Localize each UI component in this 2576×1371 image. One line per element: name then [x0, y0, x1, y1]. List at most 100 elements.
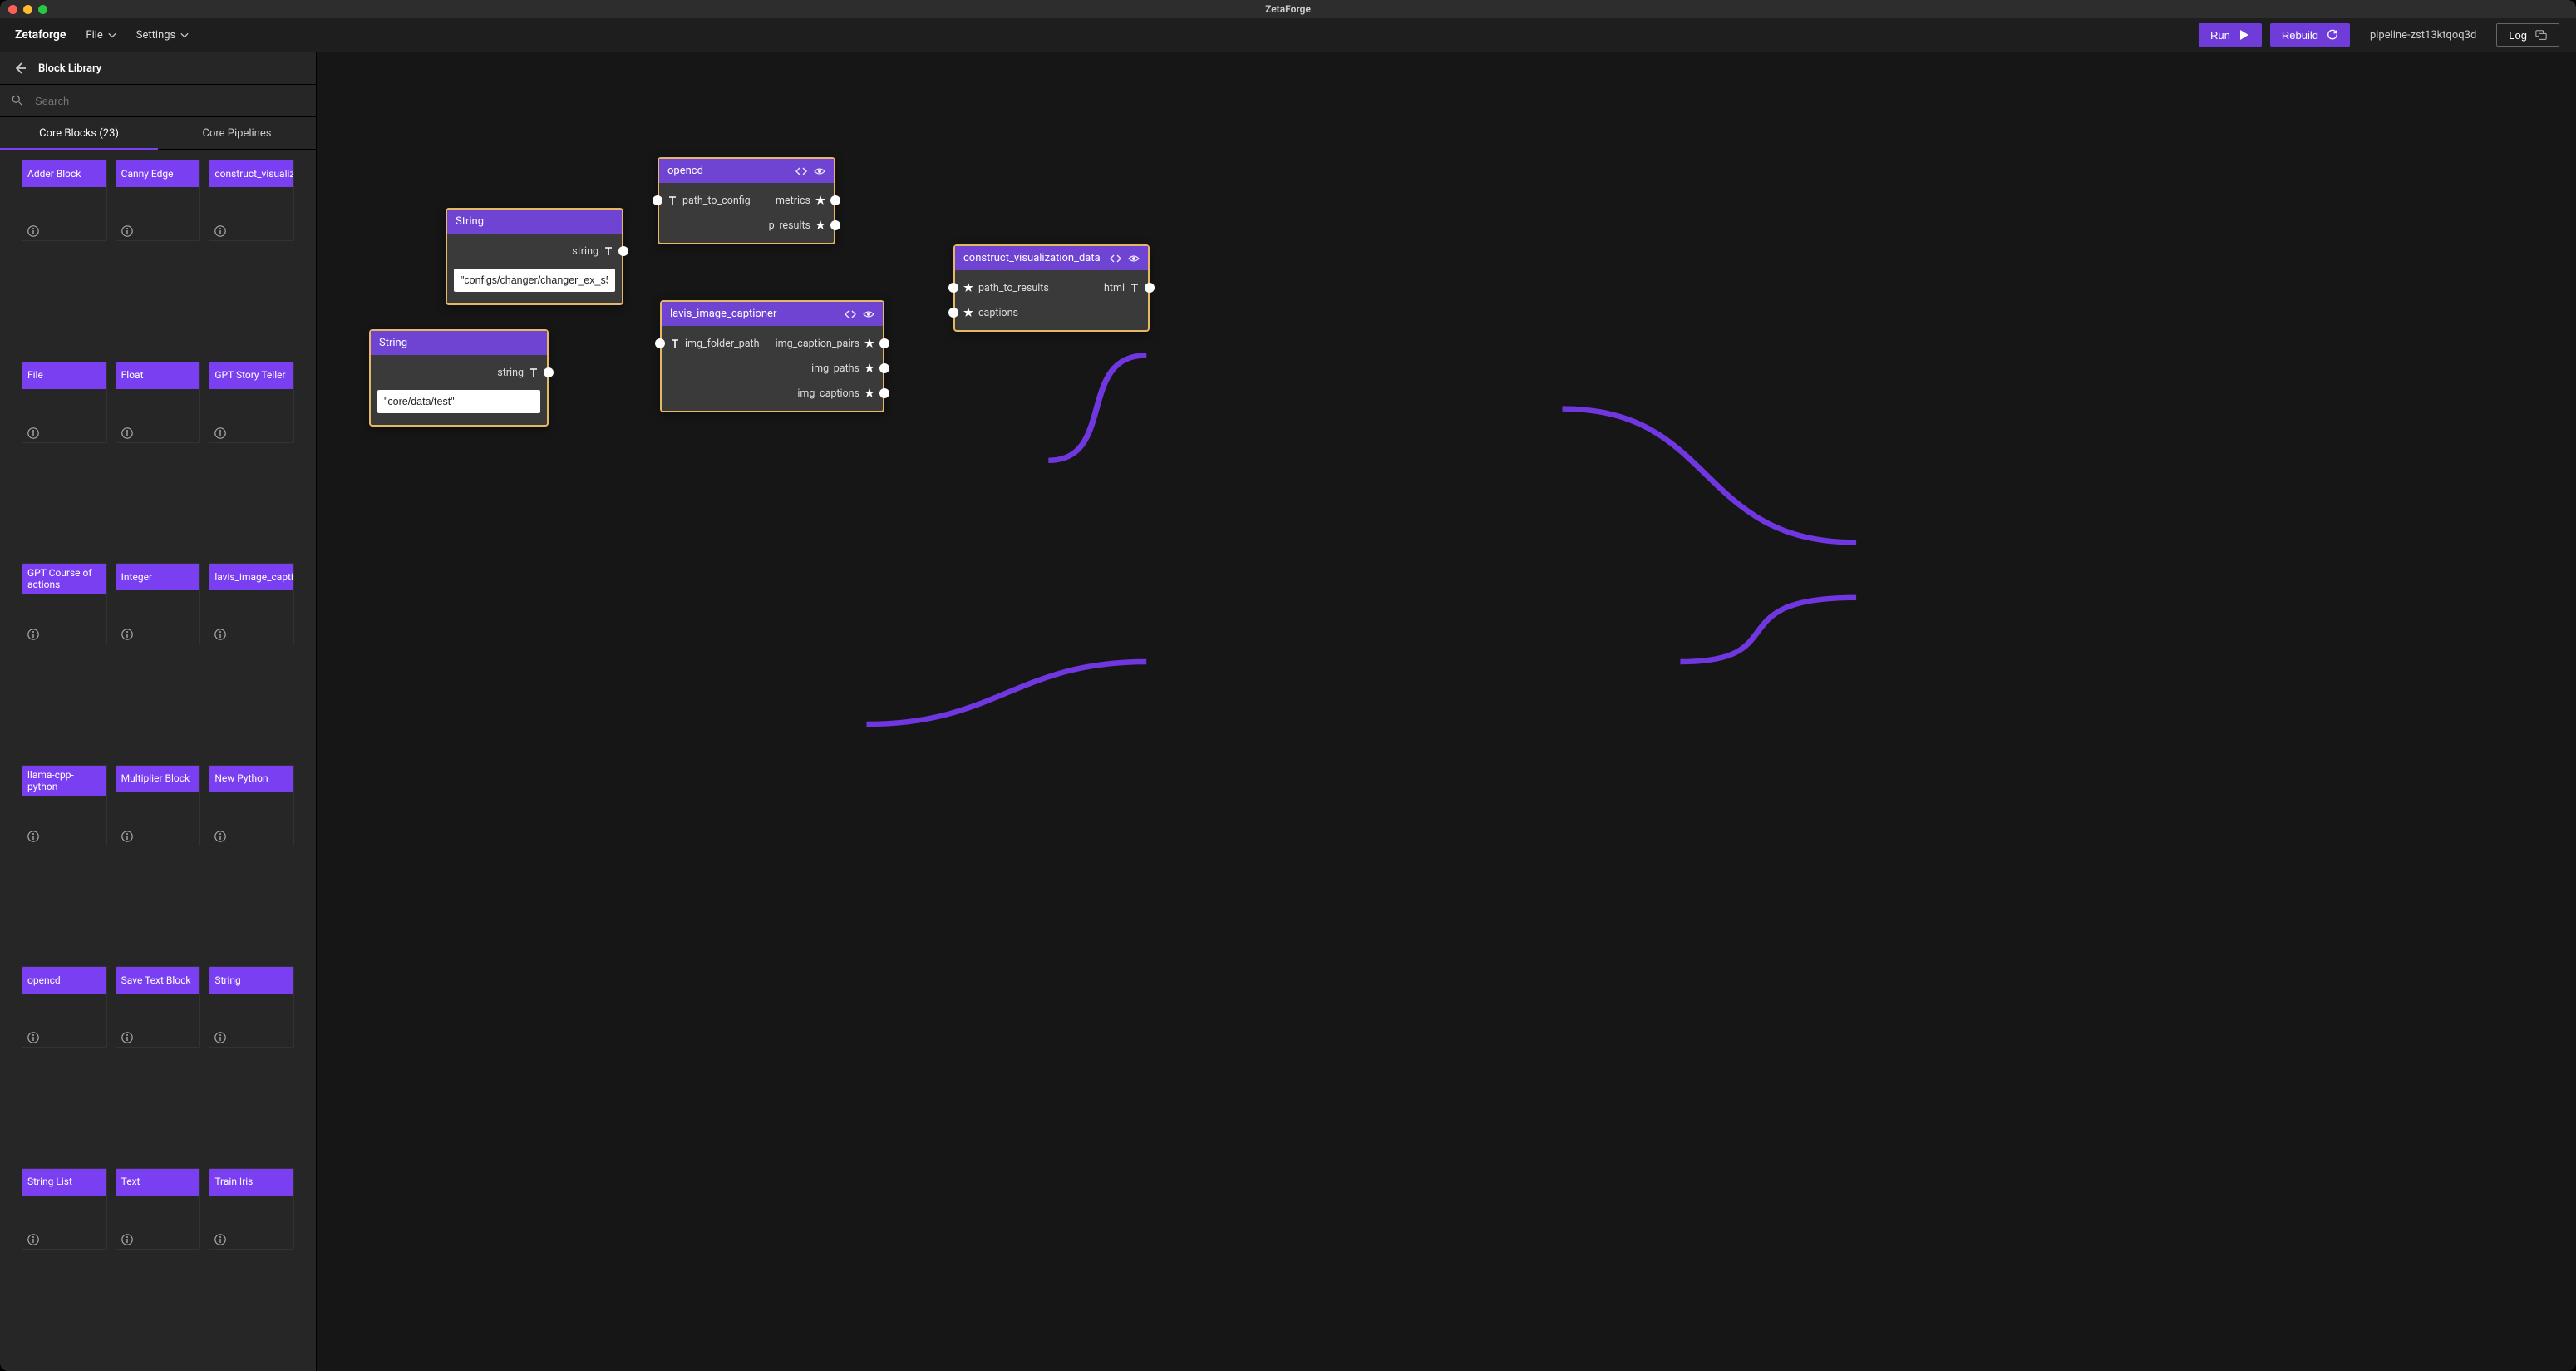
block-tile[interactable]: opencd: [22, 966, 107, 1048]
log-button[interactable]: Log: [2496, 23, 2559, 47]
node-string-2[interactable]: String string: [369, 329, 549, 427]
block-tile[interactable]: GPT Story Teller: [209, 362, 294, 443]
close-window-button[interactable]: [8, 5, 17, 14]
sidebar-tabs: Core Blocks (23) Core Pipelines: [0, 117, 316, 150]
node-string-input[interactable]: [377, 390, 540, 413]
in-label: captions: [978, 307, 1018, 319]
eye-icon[interactable]: [863, 308, 874, 320]
info-icon[interactable]: [121, 831, 133, 842]
info-icon[interactable]: [27, 629, 39, 640]
node-title: String: [456, 215, 613, 228]
block-tile[interactable]: lavis_image_caption: [209, 563, 294, 644]
star-icon: [963, 283, 973, 293]
info-icon[interactable]: [121, 225, 133, 237]
search-input[interactable]: [33, 94, 304, 108]
info-icon[interactable]: [214, 225, 226, 237]
eye-icon[interactable]: [1128, 253, 1140, 264]
port-out-img-paths[interactable]: [879, 363, 889, 373]
type-icon: [603, 246, 613, 256]
port-out-img-captions[interactable]: [879, 388, 889, 398]
type-icon: [529, 367, 539, 377]
info-icon[interactable]: [214, 1234, 226, 1245]
tab-core-pipelines[interactable]: Core Pipelines: [158, 117, 316, 149]
info-icon[interactable]: [214, 427, 226, 439]
block-tile-label: New Python: [209, 766, 293, 792]
menu-settings-label: Settings: [136, 29, 175, 42]
node-header[interactable]: construct_visualization_data: [955, 246, 1148, 270]
menu-settings[interactable]: Settings: [136, 29, 189, 42]
info-icon[interactable]: [27, 1032, 39, 1043]
node-header[interactable]: lavis_image_captioner: [662, 302, 883, 326]
info-icon[interactable]: [27, 831, 39, 842]
minimize-window-button[interactable]: [23, 5, 32, 14]
pipeline-id: pipeline-zst13ktqoq3d: [2358, 29, 2488, 42]
block-tile[interactable]: Canny Edge: [116, 160, 201, 241]
block-tile[interactable]: Text: [116, 1168, 201, 1250]
info-icon[interactable]: [121, 629, 133, 640]
chevron-down-icon: [108, 31, 116, 39]
block-tile-label: GPT Course of actions: [22, 564, 106, 594]
window-title: ZetaForge: [0, 3, 2576, 15]
port-in-captions[interactable]: [948, 308, 958, 318]
port-in-img-folder-path[interactable]: [655, 338, 665, 348]
block-tile-label: String List: [22, 1169, 106, 1196]
block-tile[interactable]: Adder Block: [22, 160, 107, 241]
menu-file[interactable]: File: [86, 29, 116, 42]
node-lavis[interactable]: lavis_image_captioner img_folder_path im…: [660, 300, 884, 412]
block-tile[interactable]: GPT Course of actions: [22, 563, 107, 644]
back-arrow-icon[interactable]: [13, 62, 27, 75]
node-string-input[interactable]: [454, 269, 615, 292]
info-icon[interactable]: [121, 1234, 133, 1245]
tab-core-blocks[interactable]: Core Blocks (23): [0, 117, 158, 149]
port-in-path-to-results[interactable]: [948, 283, 958, 293]
port-in-path-to-config[interactable]: [653, 195, 662, 205]
rebuild-button[interactable]: Rebuild: [2270, 23, 2350, 47]
port-out-string[interactable]: [618, 246, 628, 256]
node-string-1[interactable]: String string: [446, 208, 623, 305]
block-tile[interactable]: Save Text Block: [116, 966, 201, 1048]
block-tile[interactable]: construct_visualizat: [209, 160, 294, 241]
edge-opencd-presults-to-viz: [1563, 409, 1857, 543]
block-tile-label: construct_visualizat: [209, 160, 293, 187]
run-button[interactable]: Run: [2199, 23, 2262, 47]
info-icon[interactable]: [121, 1032, 133, 1043]
port-out-string[interactable]: [544, 367, 554, 377]
code-icon[interactable]: [795, 165, 807, 177]
titlebar: ZetaForge: [0, 0, 2576, 18]
block-tile-label: GPT Story Teller: [209, 362, 293, 389]
info-icon[interactable]: [121, 427, 133, 439]
block-tile[interactable]: Integer: [116, 563, 201, 644]
info-icon[interactable]: [27, 225, 39, 237]
block-tile[interactable]: Multiplier Block: [116, 765, 201, 846]
block-tile[interactable]: File: [22, 362, 107, 443]
node-viz[interactable]: construct_visualization_data path_to_res…: [953, 244, 1150, 332]
info-icon[interactable]: [214, 831, 226, 842]
code-icon[interactable]: [845, 308, 856, 320]
node-header[interactable]: opencd: [659, 159, 834, 183]
block-tile[interactable]: String: [209, 966, 294, 1048]
block-tile-label: File: [22, 362, 106, 389]
info-icon[interactable]: [27, 1234, 39, 1245]
block-tile[interactable]: String List: [22, 1168, 107, 1250]
block-tile[interactable]: llama-cpp-python: [22, 765, 107, 846]
block-tile-label: opencd: [22, 967, 106, 994]
maximize-window-button[interactable]: [38, 5, 47, 14]
info-icon[interactable]: [214, 629, 226, 640]
info-icon[interactable]: [214, 1032, 226, 1043]
code-icon[interactable]: [1110, 253, 1121, 264]
out-label: p_results: [769, 219, 810, 232]
port-out-img-caption-pairs[interactable]: [879, 338, 889, 348]
node-header[interactable]: String: [447, 210, 622, 234]
info-icon[interactable]: [27, 427, 39, 439]
pipeline-canvas[interactable]: String string: [317, 52, 2576, 1371]
block-tile[interactable]: New Python: [209, 765, 294, 846]
block-tile[interactable]: Float: [116, 362, 201, 443]
block-tile-label: Multiplier Block: [116, 766, 200, 792]
port-out-metrics[interactable]: [830, 195, 840, 205]
port-out-html[interactable]: [1145, 283, 1155, 293]
node-opencd[interactable]: opencd path_to_config metrics: [658, 157, 835, 244]
eye-icon[interactable]: [814, 165, 825, 177]
node-header[interactable]: String: [371, 331, 547, 355]
block-tile[interactable]: Train Iris: [209, 1168, 294, 1250]
port-out-p-results[interactable]: [830, 220, 840, 230]
